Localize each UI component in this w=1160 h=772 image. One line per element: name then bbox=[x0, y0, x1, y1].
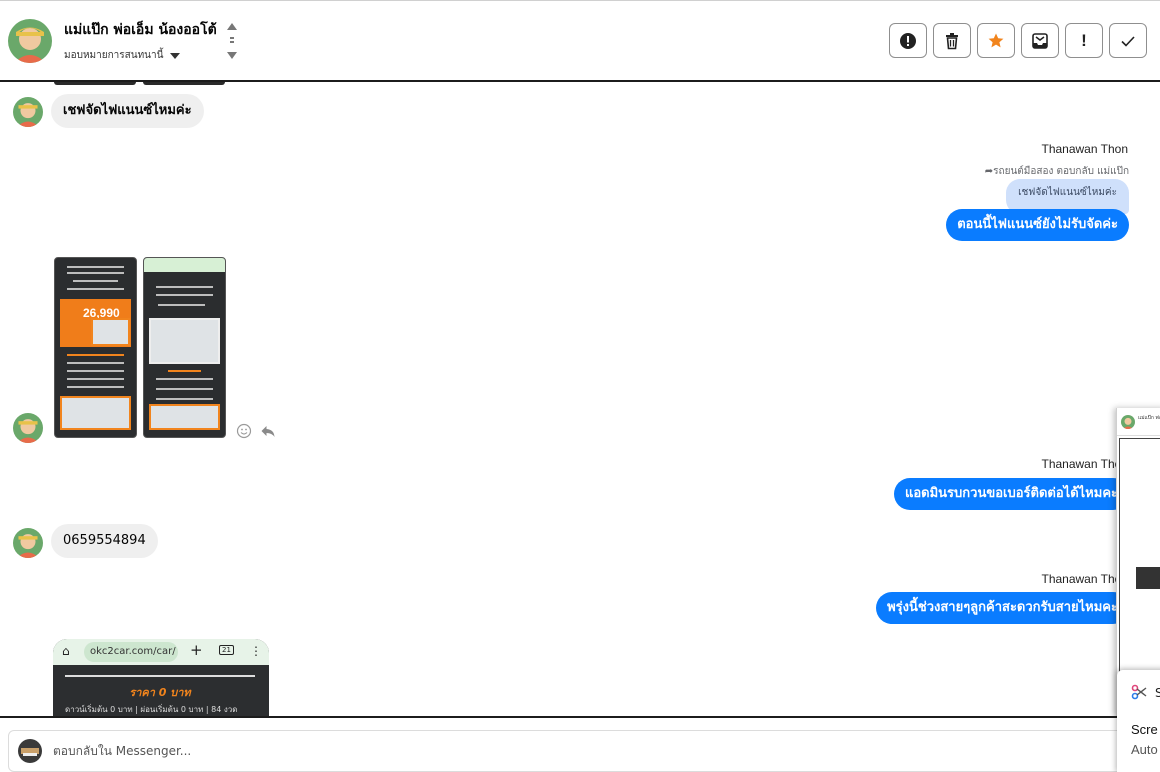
sender-avatar[interactable] bbox=[13, 97, 43, 127]
toast-title: Scre bbox=[1131, 722, 1158, 737]
outgoing-message[interactable]: พรุ่งนี้ช่วงสายๆลูกค้าสะดวกรับสายไหมคะ bbox=[876, 592, 1129, 624]
text-line bbox=[168, 370, 201, 372]
url-text: okc2car.com/car/ bbox=[90, 646, 176, 657]
panel-name: แม่แป๊ก พ่อ bbox=[1138, 415, 1160, 421]
contact-avatar[interactable] bbox=[8, 19, 52, 63]
previous-image-edge bbox=[54, 82, 136, 85]
reply-input[interactable] bbox=[53, 731, 653, 771]
reply-note: ➦รถยนต์มือสอง ตอบกลับ แม่แป๊ก bbox=[985, 164, 1129, 179]
terms-text: ดาวน์เริ่มต้น 0 บาท | ผ่อนเริ่มต้น 0 บาท… bbox=[65, 705, 238, 714]
message-thread[interactable]: เชฟจัดไฟแนนซ์ไหมค่ะ Thanawan Thon ➦รถยนต… bbox=[0, 82, 1160, 717]
toast-app-label: S bbox=[1155, 686, 1160, 700]
attached-image[interactable]: 26,990 bbox=[54, 257, 137, 438]
star-icon bbox=[988, 33, 1004, 47]
caret-down-icon bbox=[170, 52, 181, 59]
previous-image-edge bbox=[143, 82, 225, 85]
price-text: ราคา 0 บาท bbox=[129, 686, 191, 699]
message-actions bbox=[236, 423, 276, 439]
text-line bbox=[67, 272, 124, 274]
page-avatar bbox=[18, 739, 42, 763]
text-line bbox=[67, 378, 124, 380]
contact-name[interactable]: แม่แป๊ก พ่อเอ็ม น้องออโต้ bbox=[64, 19, 217, 41]
assign-conversation-dropdown[interactable]: มอบหมายการสนทนานี้ bbox=[64, 48, 181, 63]
outgoing-message[interactable]: แอดมินรบกวนขอเบอร์ติดต่อได้ไหมคะ bbox=[893, 478, 1129, 510]
tab-count: 21 bbox=[219, 645, 234, 655]
screenshot-toast[interactable]: S Scre Auto bbox=[1117, 670, 1160, 772]
inbox-icon bbox=[1032, 32, 1048, 49]
nav-divider bbox=[230, 37, 234, 43]
smiley-icon[interactable] bbox=[236, 423, 252, 439]
price-box: ราคา 0 บาท bbox=[65, 675, 255, 701]
panel-thumbnail bbox=[1136, 567, 1160, 589]
snipping-tool-icon bbox=[1131, 684, 1147, 700]
panel-header: แม่แป๊ก พ่อ bbox=[1117, 408, 1160, 436]
delete-button[interactable] bbox=[933, 23, 971, 58]
text-line bbox=[67, 362, 124, 364]
url-bar: okc2car.com/car/ bbox=[84, 642, 178, 662]
car-photo bbox=[91, 318, 130, 346]
priority-button[interactable]: ! bbox=[1065, 23, 1103, 58]
text-line bbox=[156, 294, 213, 296]
text-line bbox=[156, 398, 213, 400]
car-photo bbox=[149, 404, 220, 430]
car-photo bbox=[60, 396, 131, 430]
text-line bbox=[67, 386, 124, 388]
text-line bbox=[73, 280, 118, 282]
car-photo bbox=[149, 318, 220, 364]
messenger-inbox: แม่แป๊ก พ่อเอ็ม น้องออโต้ มอบหมายการสนทน… bbox=[0, 0, 1160, 772]
text-line bbox=[67, 266, 124, 268]
exclamation-icon: ! bbox=[1081, 30, 1087, 50]
mark-done-button[interactable] bbox=[1109, 23, 1147, 58]
browser-bar bbox=[144, 258, 225, 272]
outgoing-message[interactable]: ตอนนี้ไฟแนนซ์ยังไม่รับจัดค่ะ bbox=[946, 209, 1129, 241]
text-line bbox=[67, 354, 124, 356]
move-to-inbox-button[interactable] bbox=[1021, 23, 1059, 58]
incoming-message[interactable]: 0659554894 bbox=[51, 524, 158, 558]
attached-image[interactable]: ⌂ okc2car.com/car/ + 21 ⋮ ราคา 0 บาท ดาว… bbox=[53, 639, 269, 717]
star-button[interactable] bbox=[977, 23, 1015, 58]
toast-subtitle: Auto bbox=[1131, 742, 1158, 757]
reply-note-text: รถยนต์มือสอง ตอบกลับ แม่แป๊ก bbox=[993, 166, 1129, 177]
next-conversation-icon[interactable] bbox=[227, 52, 237, 59]
text-line bbox=[156, 286, 213, 288]
attached-image[interactable] bbox=[143, 257, 226, 438]
alert-circle-icon bbox=[900, 32, 916, 49]
reply-icon[interactable] bbox=[260, 423, 276, 439]
sender-name: Thanawan Thon bbox=[1041, 142, 1128, 156]
assign-label: มอบหมายการสนทนานี้ bbox=[64, 50, 164, 61]
mark-spam-button[interactable] bbox=[889, 23, 927, 58]
text-line bbox=[158, 304, 205, 306]
sender-avatar[interactable] bbox=[13, 413, 43, 443]
previous-conversation-icon[interactable] bbox=[227, 23, 237, 30]
text-line bbox=[67, 370, 124, 372]
checkmark-icon bbox=[1121, 35, 1135, 47]
reply-arrow-icon: ➦ bbox=[984, 166, 994, 177]
panel-avatar bbox=[1121, 415, 1135, 429]
reply-composer bbox=[0, 716, 1160, 772]
text-line bbox=[156, 378, 213, 380]
trash-icon bbox=[946, 32, 958, 49]
composer-box[interactable] bbox=[8, 730, 1152, 772]
browser-bar: ⌂ okc2car.com/car/ + 21 ⋮ bbox=[53, 639, 269, 665]
incoming-message[interactable]: เชฟจัดไฟแนนซ์ไหมค่ะ bbox=[51, 94, 204, 128]
plus-icon: + bbox=[190, 641, 203, 659]
text-line bbox=[156, 388, 213, 390]
conversation-nav bbox=[226, 21, 238, 61]
sender-avatar[interactable] bbox=[13, 528, 43, 558]
text-line bbox=[67, 288, 124, 290]
kebab-menu-icon: ⋮ bbox=[250, 644, 262, 658]
home-icon: ⌂ bbox=[62, 644, 70, 658]
conversation-toolbar: ! bbox=[889, 23, 1147, 58]
conversation-header: แม่แป๊ก พ่อเอ็ม น้องออโต้ มอบหมายการสนทน… bbox=[0, 1, 1160, 82]
